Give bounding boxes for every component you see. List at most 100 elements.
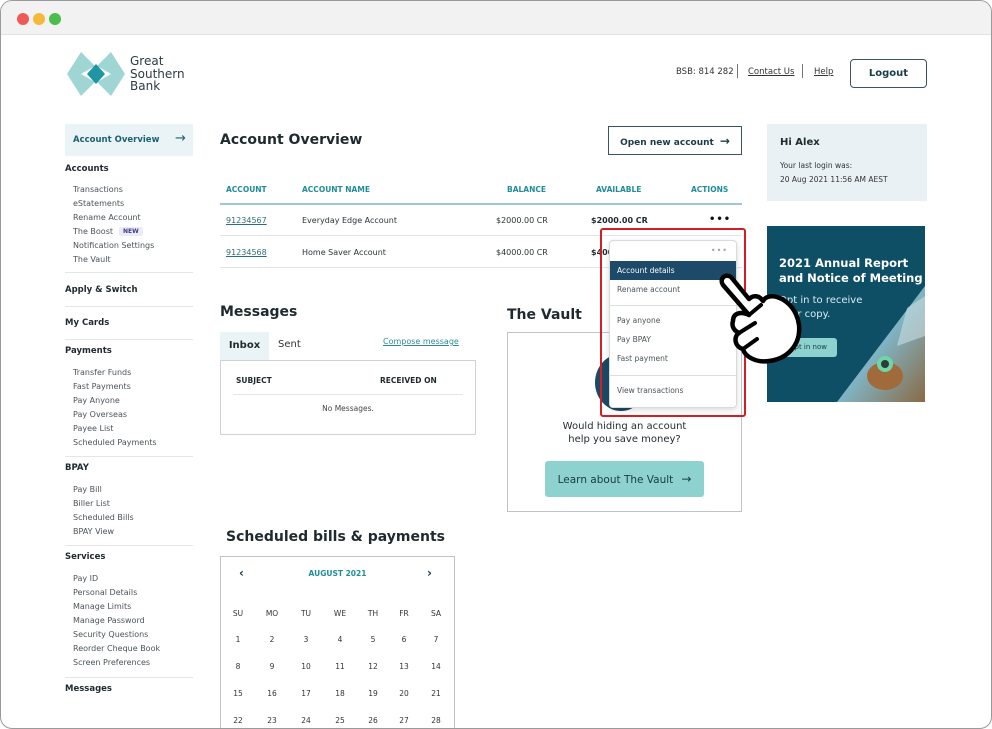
sidebar-item-manage-limits[interactable]: Manage Limits bbox=[73, 602, 131, 611]
calendar-day[interactable]: 9 bbox=[259, 662, 285, 671]
calendar-day[interactable]: 5 bbox=[360, 635, 386, 644]
sidebar-item-reorder-cheque-book[interactable]: Reorder Cheque Book bbox=[73, 644, 160, 653]
calendar-day[interactable]: 24 bbox=[293, 716, 319, 725]
sidebar-item-security-questions[interactable]: Security Questions bbox=[73, 630, 148, 639]
sidebar-section-accounts[interactable]: Accounts bbox=[65, 164, 109, 174]
calendar-day[interactable]: 13 bbox=[391, 662, 417, 671]
sidebar-item-rename-account[interactable]: Rename Account bbox=[73, 213, 141, 222]
sidebar-item-scheduled-bills[interactable]: Scheduled Bills bbox=[73, 513, 134, 522]
window-titlebar bbox=[1, 1, 991, 35]
sidebar-section-services[interactable]: Services bbox=[65, 552, 105, 562]
account-number-link[interactable]: 91234568 bbox=[226, 248, 267, 257]
account-name: Home Saver Account bbox=[302, 248, 386, 257]
chevron-right-icon[interactable]: › bbox=[427, 566, 432, 580]
sidebar-item-account-overview[interactable]: Account Overview → bbox=[65, 124, 193, 156]
bank-logo-icon[interactable] bbox=[66, 51, 126, 97]
sidebar-divider bbox=[65, 306, 193, 307]
arrow-right-icon: → bbox=[175, 131, 186, 146]
sidebar-item-fast-payments[interactable]: Fast Payments bbox=[73, 382, 131, 391]
calendar-day[interactable]: 4 bbox=[327, 635, 353, 644]
sidebar-item-pay-anyone[interactable]: Pay Anyone bbox=[73, 396, 120, 405]
compose-message-link[interactable]: Compose message bbox=[383, 337, 459, 346]
calendar-day[interactable]: 16 bbox=[259, 689, 285, 698]
sidebar-section-bpay[interactable]: BPAY bbox=[65, 463, 89, 473]
calendar-day[interactable]: 15 bbox=[225, 689, 251, 698]
sidebar-item-pay-id[interactable]: Pay ID bbox=[73, 574, 98, 583]
new-badge: NEW bbox=[119, 227, 143, 236]
maximize-window-button[interactable] bbox=[49, 13, 61, 25]
account-available: $2000.00 CR bbox=[591, 216, 648, 225]
sidebar-item-screen-preferences[interactable]: Screen Preferences bbox=[73, 658, 150, 667]
sidebar-item-the-vault[interactable]: The Vault bbox=[73, 255, 111, 264]
contact-us-link[interactable]: Contact Us bbox=[748, 67, 794, 77]
calendar-day[interactable]: 22 bbox=[225, 716, 251, 725]
calendar-day[interactable]: 11 bbox=[327, 662, 353, 671]
sidebar-item-biller-list[interactable]: Biller List bbox=[73, 499, 110, 508]
calendar-day[interactable]: 19 bbox=[360, 689, 386, 698]
messages-title: Messages bbox=[220, 304, 298, 320]
calendar-day[interactable]: 27 bbox=[391, 716, 417, 725]
account-balance: $2000.00 CR bbox=[496, 216, 548, 225]
bsb-number: BSB: 814 282 bbox=[676, 67, 734, 77]
learn-about-vault-button[interactable]: Learn about The Vault → bbox=[545, 461, 704, 497]
sidebar-item-transfer-funds[interactable]: Transfer Funds bbox=[73, 368, 131, 377]
tab-inbox[interactable]: Inbox bbox=[220, 332, 269, 360]
sidebar-section-payments[interactable]: Payments bbox=[65, 346, 112, 356]
calendar-day[interactable]: 3 bbox=[293, 635, 319, 644]
minimize-window-button[interactable] bbox=[33, 13, 45, 25]
browser-window: Great Southern Bank BSB: 814 282 Contact… bbox=[0, 0, 992, 729]
weekday-header: FR bbox=[399, 609, 409, 618]
calendar-day[interactable]: 23 bbox=[259, 716, 285, 725]
logo-line: Bank bbox=[130, 79, 161, 93]
sidebar-item-transactions[interactable]: Transactions bbox=[73, 185, 123, 194]
sidebar-item-bpay-view[interactable]: BPAY View bbox=[73, 527, 114, 536]
calendar-day[interactable]: 1 bbox=[225, 635, 251, 644]
calendar-day[interactable]: 21 bbox=[423, 689, 449, 698]
page-title: Account Overview bbox=[220, 132, 363, 148]
vault-text-line: help you save money? bbox=[568, 434, 681, 445]
sidebar-item-payee-list[interactable]: Payee List bbox=[73, 424, 113, 433]
more-actions-icon[interactable]: ••• bbox=[709, 214, 731, 225]
calendar-day[interactable]: 28 bbox=[423, 716, 449, 725]
help-link[interactable]: Help bbox=[814, 67, 833, 77]
button-label: Learn about The Vault bbox=[557, 474, 674, 486]
button-label: Open new account bbox=[620, 137, 714, 148]
calendar-day[interactable]: 14 bbox=[423, 662, 449, 671]
sidebar-item-estatements[interactable]: eStatements bbox=[73, 199, 124, 208]
calendar: ‹ AUGUST 2021 › SU MO TU WE TH FR SA 1 2 3 4 5 6 7 8 9 1… bbox=[220, 556, 455, 728]
sidebar-item-the-boost[interactable]: The Boost NEW bbox=[73, 227, 143, 236]
close-window-button[interactable] bbox=[17, 13, 29, 25]
sidebar-item-pay-overseas[interactable]: Pay Overseas bbox=[73, 410, 127, 419]
calendar-day[interactable]: 18 bbox=[327, 689, 353, 698]
calendar-day[interactable]: 8 bbox=[225, 662, 251, 671]
sidebar-section-messages[interactable]: Messages bbox=[65, 684, 112, 694]
greeting-name: Hi Alex bbox=[780, 137, 820, 148]
open-new-account-button[interactable]: Open new account → bbox=[608, 126, 742, 155]
sidebar-item-label: The Boost bbox=[73, 227, 114, 236]
vault-title: The Vault bbox=[507, 307, 582, 323]
calendar-day[interactable]: 7 bbox=[423, 635, 449, 644]
weekday-header: TU bbox=[300, 609, 312, 618]
calendar-day[interactable]: 26 bbox=[360, 716, 386, 725]
sidebar-item-personal-details[interactable]: Personal Details bbox=[73, 588, 137, 597]
arrow-right-icon: → bbox=[681, 472, 692, 486]
sidebar-section-my-cards[interactable]: My Cards bbox=[65, 318, 109, 328]
logout-button[interactable]: Logout bbox=[850, 59, 927, 88]
calendar-day[interactable]: 20 bbox=[391, 689, 417, 698]
sidebar-divider bbox=[65, 677, 193, 678]
calendar-day[interactable]: 25 bbox=[327, 716, 353, 725]
tab-sent[interactable]: Sent bbox=[278, 339, 301, 350]
weekday-header: WE bbox=[333, 609, 347, 618]
sidebar-item-pay-bill[interactable]: Pay Bill bbox=[73, 485, 102, 494]
calendar-day[interactable]: 12 bbox=[360, 662, 386, 671]
sidebar-item-scheduled-payments[interactable]: Scheduled Payments bbox=[73, 438, 157, 447]
sidebar-section-apply-switch[interactable]: Apply & Switch bbox=[65, 285, 138, 295]
account-number-link[interactable]: 91234567 bbox=[226, 216, 267, 225]
column-header-available: AVAILABLE bbox=[596, 185, 642, 194]
sidebar-item-notification-settings[interactable]: Notification Settings bbox=[73, 241, 154, 250]
calendar-day[interactable]: 6 bbox=[391, 635, 417, 644]
calendar-day[interactable]: 2 bbox=[259, 635, 285, 644]
calendar-day[interactable]: 17 bbox=[293, 689, 319, 698]
calendar-day[interactable]: 10 bbox=[293, 662, 319, 671]
sidebar-item-manage-password[interactable]: Manage Password bbox=[73, 616, 145, 625]
